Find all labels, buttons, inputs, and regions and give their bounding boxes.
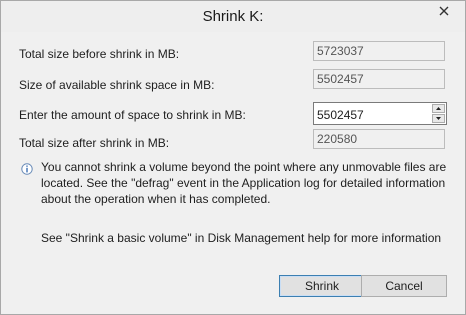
spin-down-button[interactable] bbox=[432, 114, 445, 123]
shrink-amount-label: Enter the amount of space to shrink in M… bbox=[19, 108, 246, 122]
total-after-value: 220580 bbox=[313, 129, 445, 149]
close-icon bbox=[439, 6, 449, 16]
arrow-down-icon bbox=[436, 117, 441, 120]
total-before-label: Total size before shrink in MB: bbox=[19, 47, 180, 61]
info-message: You cannot shrink a volume beyond the po… bbox=[41, 160, 447, 206]
shrink-amount-input[interactable] bbox=[314, 103, 426, 124]
shrink-dialog: Shrink K: Total size before shrink in MB… bbox=[0, 0, 466, 315]
shrink-button[interactable]: Shrink bbox=[279, 275, 365, 297]
cancel-button[interactable]: Cancel bbox=[361, 275, 447, 297]
available-space-value: 5502457 bbox=[313, 69, 445, 89]
total-before-value: 5723037 bbox=[313, 41, 445, 61]
help-message: See "Shrink a basic volume" in Disk Mana… bbox=[41, 231, 442, 245]
arrow-up-icon bbox=[436, 107, 441, 110]
info-icon bbox=[21, 163, 33, 175]
close-button[interactable] bbox=[433, 2, 455, 20]
available-space-label: Size of available shrink space in MB: bbox=[19, 78, 215, 92]
shrink-amount-stepper bbox=[313, 102, 447, 125]
dialog-content: Total size before shrink in MB: 5723037 … bbox=[9, 32, 457, 308]
title-bar: Shrink K: bbox=[1, 1, 465, 32]
spin-up-button[interactable] bbox=[432, 104, 445, 113]
window-title: Shrink K: bbox=[202, 8, 264, 25]
total-after-label: Total size after shrink in MB: bbox=[19, 136, 170, 150]
